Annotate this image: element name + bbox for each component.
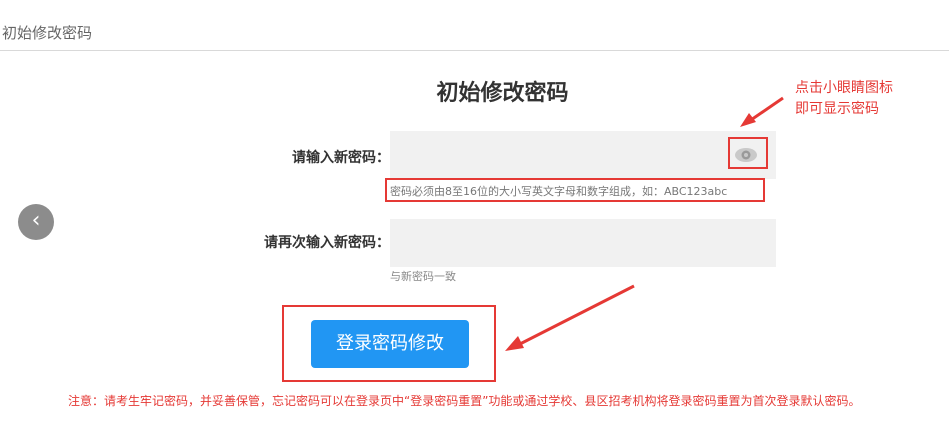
eye-annotation: 点击小眼睛图标 即可显示密码 [795, 78, 893, 120]
arrow-head-eye [740, 113, 756, 127]
confirm-password-input[interactable] [390, 219, 776, 267]
top-bar: 初始修改密码 [0, 0, 949, 51]
confirm-password-label: 请再次输入新密码： [264, 235, 390, 251]
eye-icon[interactable] [734, 147, 758, 163]
submit-button[interactable]: 登录密码修改 [311, 320, 469, 368]
breadcrumb: 初始修改密码 [2, 24, 93, 42]
new-password-input[interactable] [390, 131, 776, 179]
password-rule-hint: 密码必须由8至16位的大小写英文字母和数字组成，如：ABC123abc [390, 185, 728, 198]
new-password-label: 请输入新密码： [292, 150, 390, 166]
confirm-password-hint: 与新密码一致 [390, 270, 456, 283]
prev-button[interactable]: ‹ [18, 204, 54, 240]
annotation-line-1: 点击小眼睛图标 [795, 80, 893, 96]
arrow-line-submit [515, 284, 635, 348]
chevron-left-icon: ‹ [31, 208, 41, 233]
notice-text: 注意：请考生牢记密码，并妥善保管，忘记密码可以在登录页中“登录密码重置”功能或通… [68, 394, 861, 408]
arrow-head-submit [505, 336, 524, 351]
annotation-line-2: 即可显示密码 [795, 101, 879, 117]
